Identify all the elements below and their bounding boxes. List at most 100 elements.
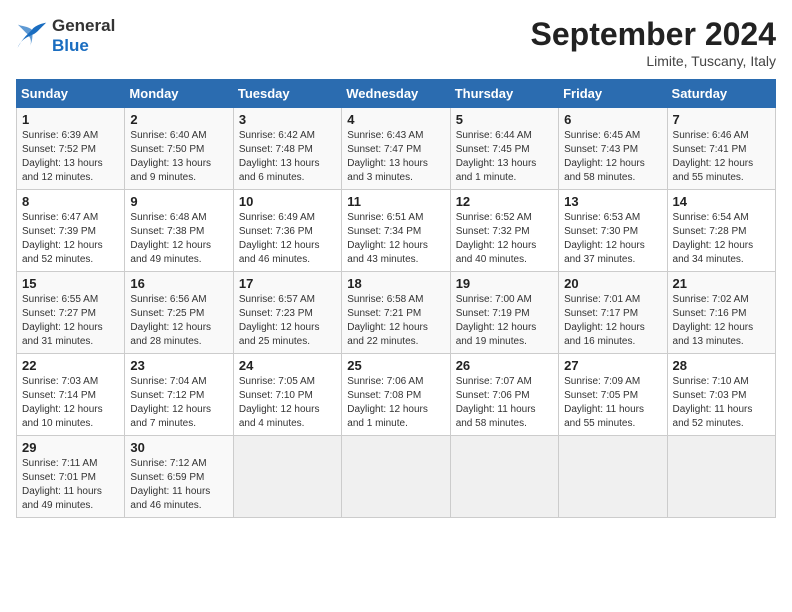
day-number: 4 (347, 112, 444, 127)
calendar-cell: 28 Sunrise: 7:10 AM Sunset: 7:03 PM Dayli… (667, 354, 775, 436)
day-info: Sunrise: 6:46 AM Sunset: 7:41 PM Dayligh… (673, 129, 770, 185)
day-info: Sunrise: 7:10 AM Sunset: 7:03 PM Dayligh… (673, 375, 770, 431)
day-info: Sunrise: 6:49 AM Sunset: 7:36 PM Dayligh… (239, 211, 336, 267)
day-number: 17 (239, 276, 336, 291)
day-number: 16 (130, 276, 227, 291)
day-info: Sunrise: 6:39 AM Sunset: 7:52 PM Dayligh… (22, 129, 119, 185)
day-number: 11 (347, 194, 444, 209)
day-info: Sunrise: 7:00 AM Sunset: 7:19 PM Dayligh… (456, 293, 553, 349)
day-number: 20 (564, 276, 661, 291)
weekday-header: Friday (559, 80, 667, 108)
day-number: 7 (673, 112, 770, 127)
day-number: 28 (673, 358, 770, 373)
day-number: 21 (673, 276, 770, 291)
calendar-cell: 18 Sunrise: 6:58 AM Sunset: 7:21 PM Dayli… (342, 272, 450, 354)
weekday-header: Saturday (667, 80, 775, 108)
calendar-cell: 30 Sunrise: 7:12 AM Sunset: 6:59 PM Dayli… (125, 436, 233, 518)
day-info: Sunrise: 6:44 AM Sunset: 7:45 PM Dayligh… (456, 129, 553, 185)
calendar-cell: 21 Sunrise: 7:02 AM Sunset: 7:16 PM Dayli… (667, 272, 775, 354)
day-info: Sunrise: 6:57 AM Sunset: 7:23 PM Dayligh… (239, 293, 336, 349)
day-info: Sunrise: 6:56 AM Sunset: 7:25 PM Dayligh… (130, 293, 227, 349)
day-info: Sunrise: 7:12 AM Sunset: 6:59 PM Dayligh… (130, 457, 227, 513)
weekday-header: Sunday (17, 80, 125, 108)
calendar-cell: 29Sunrise: 7:11 AM Sunset: 7:01 PM Dayli… (17, 436, 125, 518)
day-number: 10 (239, 194, 336, 209)
day-number: 22 (22, 358, 119, 373)
day-info: Sunrise: 6:47 AM Sunset: 7:39 PM Dayligh… (22, 211, 119, 267)
calendar-cell: 14 Sunrise: 6:54 AM Sunset: 7:28 PM Dayli… (667, 190, 775, 272)
day-number: 27 (564, 358, 661, 373)
calendar-cell: 9 Sunrise: 6:48 AM Sunset: 7:38 PM Daylig… (125, 190, 233, 272)
day-number: 15 (22, 276, 119, 291)
logo-icon (16, 22, 48, 50)
calendar-cell: 23Sunrise: 7:04 AM Sunset: 7:12 PM Dayli… (125, 354, 233, 436)
day-info: Sunrise: 6:45 AM Sunset: 7:43 PM Dayligh… (564, 129, 661, 185)
day-number: 1 (22, 112, 119, 127)
calendar-cell: 27 Sunrise: 7:09 AM Sunset: 7:05 PM Dayli… (559, 354, 667, 436)
day-info: Sunrise: 7:09 AM Sunset: 7:05 PM Dayligh… (564, 375, 661, 431)
day-number: 6 (564, 112, 661, 127)
logo: General Blue (16, 16, 115, 57)
weekday-header: Thursday (450, 80, 558, 108)
title-block: September 2024 Limite, Tuscany, Italy (531, 16, 776, 69)
weekday-header: Wednesday (342, 80, 450, 108)
page-header: General Blue September 2024 Limite, Tusc… (16, 16, 776, 69)
calendar-header: SundayMondayTuesdayWednesdayThursdayFrid… (17, 80, 776, 108)
day-info: Sunrise: 6:40 AM Sunset: 7:50 PM Dayligh… (130, 129, 227, 185)
day-number: 29 (22, 440, 119, 455)
day-number: 24 (239, 358, 336, 373)
day-info: Sunrise: 6:43 AM Sunset: 7:47 PM Dayligh… (347, 129, 444, 185)
day-number: 9 (130, 194, 227, 209)
day-number: 2 (130, 112, 227, 127)
calendar-cell: 11 Sunrise: 6:51 AM Sunset: 7:34 PM Dayli… (342, 190, 450, 272)
day-info: Sunrise: 7:03 AM Sunset: 7:14 PM Dayligh… (22, 375, 119, 431)
day-info: Sunrise: 7:07 AM Sunset: 7:06 PM Dayligh… (456, 375, 553, 431)
day-number: 13 (564, 194, 661, 209)
calendar-cell: 5 Sunrise: 6:44 AM Sunset: 7:45 PM Daylig… (450, 108, 558, 190)
calendar-week-row: 29Sunrise: 7:11 AM Sunset: 7:01 PM Dayli… (17, 436, 776, 518)
day-info: Sunrise: 6:58 AM Sunset: 7:21 PM Dayligh… (347, 293, 444, 349)
month-title: September 2024 (531, 16, 776, 53)
day-number: 18 (347, 276, 444, 291)
calendar-cell: 4 Sunrise: 6:43 AM Sunset: 7:47 PM Daylig… (342, 108, 450, 190)
day-number: 8 (22, 194, 119, 209)
calendar-week-row: 22 Sunrise: 7:03 AM Sunset: 7:14 PM Dayli… (17, 354, 776, 436)
day-info: Sunrise: 7:01 AM Sunset: 7:17 PM Dayligh… (564, 293, 661, 349)
calendar-week-row: 8 Sunrise: 6:47 AM Sunset: 7:39 PM Daylig… (17, 190, 776, 272)
location-subtitle: Limite, Tuscany, Italy (531, 53, 776, 69)
day-number: 19 (456, 276, 553, 291)
day-number: 30 (130, 440, 227, 455)
calendar-cell: 8 Sunrise: 6:47 AM Sunset: 7:39 PM Daylig… (17, 190, 125, 272)
day-info: Sunrise: 6:55 AM Sunset: 7:27 PM Dayligh… (22, 293, 119, 349)
calendar-cell: 6 Sunrise: 6:45 AM Sunset: 7:43 PM Daylig… (559, 108, 667, 190)
day-info: Sunrise: 6:51 AM Sunset: 7:34 PM Dayligh… (347, 211, 444, 267)
calendar-cell: 16 Sunrise: 6:56 AM Sunset: 7:25 PM Dayli… (125, 272, 233, 354)
calendar-table: SundayMondayTuesdayWednesdayThursdayFrid… (16, 79, 776, 518)
day-info: Sunrise: 6:42 AM Sunset: 7:48 PM Dayligh… (239, 129, 336, 185)
day-number: 26 (456, 358, 553, 373)
calendar-cell: 15 Sunrise: 6:55 AM Sunset: 7:27 PM Dayli… (17, 272, 125, 354)
calendar-cell: 19 Sunrise: 7:00 AM Sunset: 7:19 PM Dayli… (450, 272, 558, 354)
day-info: Sunrise: 7:02 AM Sunset: 7:16 PM Dayligh… (673, 293, 770, 349)
day-info: Sunrise: 7:05 AM Sunset: 7:10 PM Dayligh… (239, 375, 336, 431)
day-number: 3 (239, 112, 336, 127)
day-info: Sunrise: 6:48 AM Sunset: 7:38 PM Dayligh… (130, 211, 227, 267)
calendar-cell (342, 436, 450, 518)
day-info: Sunrise: 6:54 AM Sunset: 7:28 PM Dayligh… (673, 211, 770, 267)
day-number: 23 (130, 358, 227, 373)
day-number: 5 (456, 112, 553, 127)
calendar-cell (450, 436, 558, 518)
calendar-cell: 17 Sunrise: 6:57 AM Sunset: 7:23 PM Dayli… (233, 272, 341, 354)
calendar-week-row: 15 Sunrise: 6:55 AM Sunset: 7:27 PM Dayli… (17, 272, 776, 354)
calendar-cell: 10 Sunrise: 6:49 AM Sunset: 7:36 PM Dayli… (233, 190, 341, 272)
day-info: Sunrise: 7:06 AM Sunset: 7:08 PM Dayligh… (347, 375, 444, 431)
calendar-cell: 26 Sunrise: 7:07 AM Sunset: 7:06 PM Dayli… (450, 354, 558, 436)
calendar-cell: 20 Sunrise: 7:01 AM Sunset: 7:17 PM Dayli… (559, 272, 667, 354)
calendar-cell: 25Sunrise: 7:06 AM Sunset: 7:08 PM Dayli… (342, 354, 450, 436)
calendar-week-row: 1 Sunrise: 6:39 AM Sunset: 7:52 PM Daylig… (17, 108, 776, 190)
calendar-cell (667, 436, 775, 518)
calendar-cell: 12Sunrise: 6:52 AM Sunset: 7:32 PM Dayli… (450, 190, 558, 272)
calendar-cell: 22 Sunrise: 7:03 AM Sunset: 7:14 PM Dayli… (17, 354, 125, 436)
day-number: 14 (673, 194, 770, 209)
calendar-cell: 7 Sunrise: 6:46 AM Sunset: 7:41 PM Daylig… (667, 108, 775, 190)
